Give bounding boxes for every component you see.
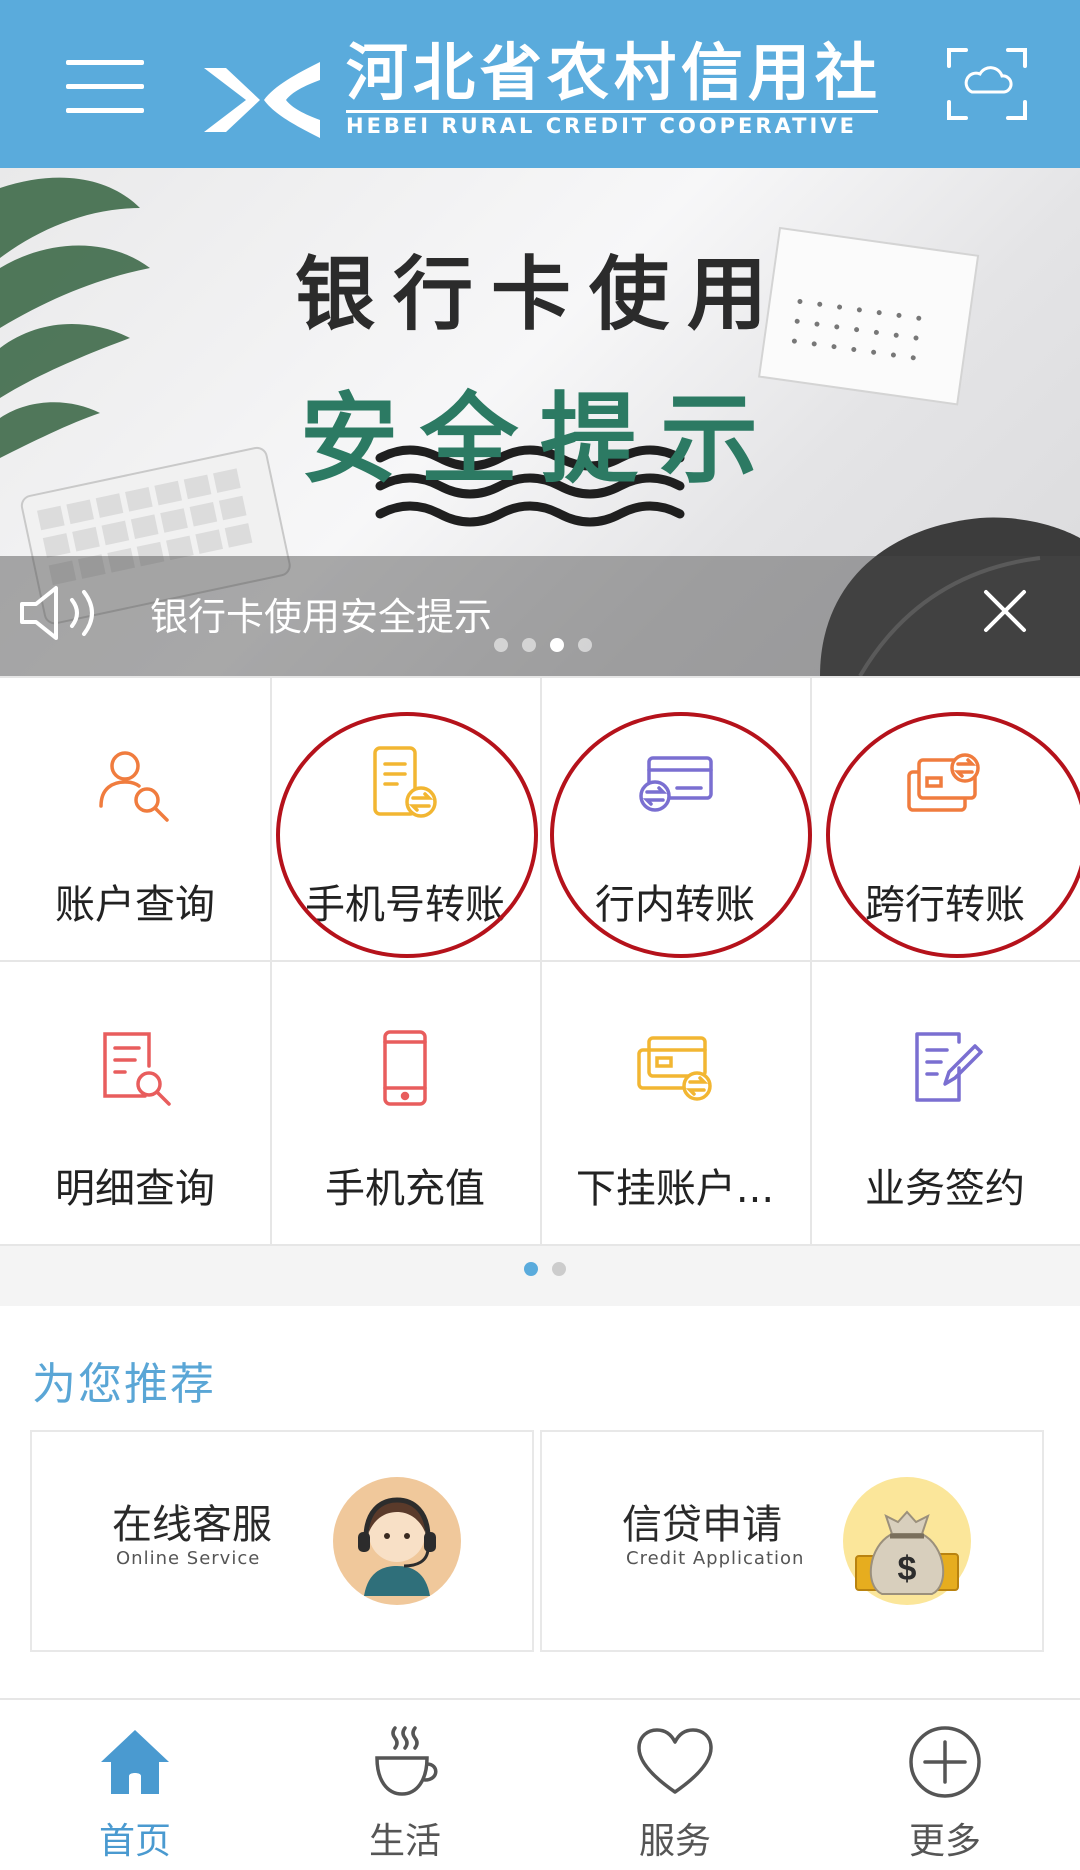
function-label: 跨行转账 (865, 882, 1025, 928)
pagination-dot[interactable] (578, 638, 592, 652)
recommend-section: 为您推荐 在线客服 Online Service 信贷申请 Credit App… (0, 1306, 1080, 1698)
function-inter-bank-transfer[interactable]: 跨行转账 (810, 676, 1080, 961)
brand-divider (346, 110, 878, 113)
promo-banner[interactable]: 银行卡使用 安全提示 银行卡使用安全提示 (0, 168, 1080, 676)
home-icon (101, 1730, 169, 1794)
tab-label: 服务 (638, 1821, 711, 1862)
banner-subtitle: 安全提示 (299, 383, 780, 497)
tab-label: 生活 (368, 1821, 441, 1862)
pagination-dot[interactable] (524, 1262, 538, 1276)
coffee-cup-icon (375, 1726, 438, 1796)
intra-bank-transfer-icon (639, 756, 713, 812)
pagination-dot[interactable] (552, 1262, 566, 1276)
banner-title: 银行卡使用 (295, 248, 785, 341)
inter-bank-transfer-icon (907, 753, 980, 812)
tab-more[interactable]: 更多 (810, 1700, 1080, 1868)
bank-logo-icon (204, 62, 320, 138)
online-service-card[interactable]: 在线客服 Online Service (30, 1430, 534, 1652)
hamburger-menu-icon[interactable] (66, 56, 144, 116)
function-label: 业务签约 (865, 1166, 1025, 1212)
detail-query-icon (103, 1032, 171, 1106)
tab-home[interactable]: 首页 (0, 1700, 270, 1868)
card-subtitle: Credit Application (626, 1548, 805, 1569)
tab-service[interactable]: 服务 (540, 1700, 810, 1868)
phone-transfer-icon (373, 746, 437, 818)
section-title: 为您推荐 (32, 1359, 216, 1410)
function-label: 明细查询 (55, 1166, 215, 1212)
function-linked-account[interactable]: 下挂账户... (540, 960, 810, 1245)
money-bag-icon: $ (843, 1477, 971, 1605)
function-phone-transfer[interactable]: 手机号转账 (270, 676, 540, 961)
function-label: 手机号转账 (305, 882, 505, 928)
function-detail-query[interactable]: 明细查询 (0, 960, 270, 1245)
heart-icon (637, 1728, 713, 1794)
card-subtitle: Online Service (116, 1548, 261, 1569)
bottom-tab-bar: 首页 生活 服务 更多 (0, 1698, 1080, 1870)
speaker-icon (20, 586, 94, 640)
function-intra-bank-transfer[interactable]: 行内转账 (540, 676, 810, 961)
grid-pagination (524, 1262, 566, 1276)
pagination-dot[interactable] (550, 638, 564, 652)
function-grid: 账户查询 手机号转账 行内转账 跨行转账 明细查询 手机充值 下挂账户... 业… (0, 676, 1080, 1246)
notice-bar[interactable]: 银行卡使用安全提示 (0, 556, 1080, 676)
tab-label: 更多 (908, 1821, 981, 1862)
tab-label: 首页 (98, 1821, 171, 1862)
svg-text:$: $ (898, 1550, 917, 1588)
brand-name: 河北省农村信用社 (346, 36, 883, 109)
credit-application-card[interactable]: 信贷申请 Credit Application $ (540, 1430, 1044, 1652)
brand-name-english: HEBEI RURAL CREDIT COOPERATIVE (346, 114, 857, 138)
function-account-query[interactable]: 账户查询 (0, 676, 270, 961)
function-label: 行内转账 (595, 882, 755, 928)
scan-icon[interactable] (946, 46, 1028, 122)
function-label: 账户查询 (55, 882, 215, 928)
close-icon[interactable] (980, 586, 1030, 636)
card-title: 在线客服 (112, 1502, 272, 1548)
pagination-dot[interactable] (494, 638, 508, 652)
linked-account-icon (637, 1036, 712, 1101)
pagination-dot[interactable] (522, 638, 536, 652)
account-query-icon (99, 751, 169, 822)
business-signing-icon (915, 1032, 983, 1102)
function-label: 手机充值 (325, 1166, 485, 1212)
function-mobile-recharge[interactable]: 手机充值 (270, 960, 540, 1245)
mobile-recharge-icon (383, 1030, 427, 1106)
function-business-signing[interactable]: 业务签约 (810, 960, 1080, 1245)
customer-service-icon (333, 1477, 461, 1605)
plus-circle-icon (909, 1726, 981, 1798)
card-title: 信贷申请 (622, 1502, 782, 1548)
notice-text: 银行卡使用安全提示 (150, 595, 493, 639)
tab-life[interactable]: 生活 (270, 1700, 540, 1868)
app-header: 河北省农村信用社 HEBEI RURAL CREDIT COOPERATIVE (0, 0, 1080, 168)
banner-pagination (494, 638, 592, 652)
function-label: 下挂账户... (575, 1166, 775, 1212)
